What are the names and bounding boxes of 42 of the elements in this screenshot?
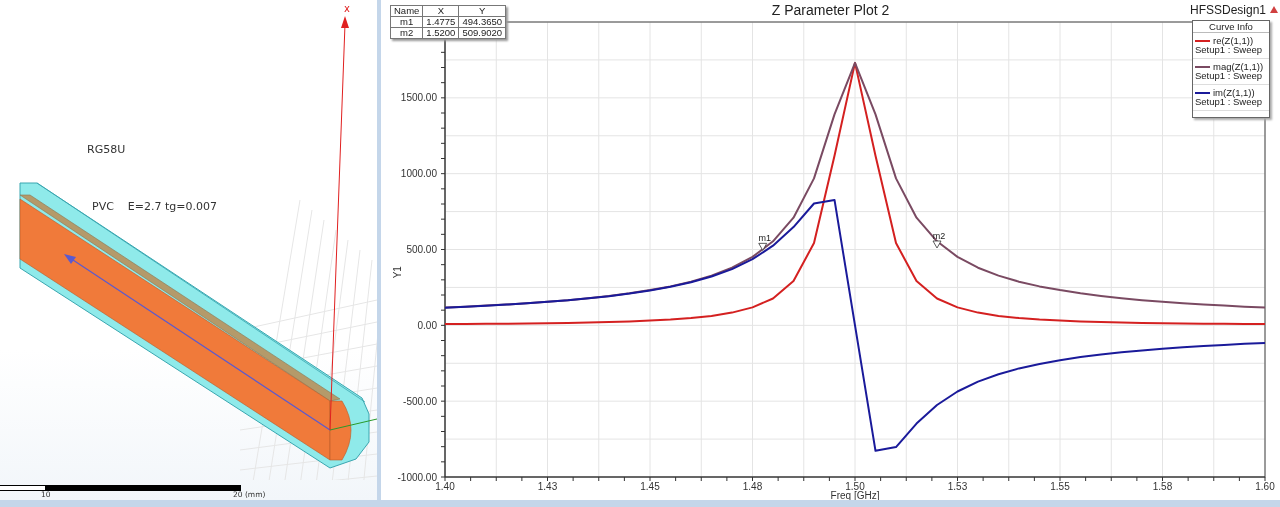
marker-label: m1	[758, 233, 771, 244]
table-cell: 1.5200	[422, 27, 459, 39]
tick-label: 500.00	[406, 244, 437, 255]
table-cell: 494.3650	[458, 16, 506, 28]
model-label: RG58U	[87, 143, 126, 156]
legend-title: Curve Info	[1193, 21, 1269, 33]
tick-label: -500.00	[403, 395, 437, 407]
tick-label: 0.00	[417, 319, 437, 331]
column-header: X	[422, 5, 459, 17]
design-name: HFSSDesign1	[1189, 3, 1266, 17]
plot-title: Z Parameter Plot 2	[771, 2, 890, 18]
material-label: PVC E=2.7 tg=0.007	[92, 200, 217, 213]
tick-label: 1.60	[1255, 481, 1275, 492]
legend-sublabel: Setup1 : Sweep	[1195, 45, 1264, 54]
tick-label: 1.48	[742, 481, 763, 492]
table-cell: m1	[390, 16, 423, 28]
legend-sublabel: Setup1 : Sweep	[1195, 97, 1264, 106]
tick-label: 1.40	[435, 481, 455, 492]
column-header: Name	[390, 5, 423, 17]
marker-icon	[932, 240, 942, 249]
table-cell: 509.9020	[458, 27, 506, 39]
tick-label: 1.58	[1152, 481, 1173, 492]
tick-label: 1000.00	[400, 168, 437, 180]
legend-label: mag(Z(1,1))	[1213, 62, 1264, 71]
legend-label: re(Z(1,1))	[1213, 36, 1254, 45]
marker-icon	[758, 242, 768, 251]
tick-label: 1500.00	[400, 92, 437, 104]
legend-label: im(Z(1,1))	[1213, 88, 1255, 97]
axis-title: Y1	[392, 266, 403, 279]
tick-label: 1.43	[537, 481, 558, 492]
warning-icon[interactable]	[1270, 6, 1278, 13]
table-cell: 1.4775	[422, 16, 459, 28]
table-cell: m2	[390, 27, 423, 39]
tick-label: 1.55	[1050, 481, 1070, 492]
marker-label: m2	[932, 231, 946, 241]
tick-label: 1.45	[640, 481, 660, 492]
column-header: Y	[458, 5, 506, 17]
axis-label: x	[344, 3, 350, 14]
tick-label: 1.53	[947, 481, 968, 492]
tick-label: -1000.00	[397, 471, 437, 483]
tick-label: 1.50	[845, 481, 865, 492]
legend-sublabel: Setup1 : Sweep	[1195, 71, 1264, 80]
